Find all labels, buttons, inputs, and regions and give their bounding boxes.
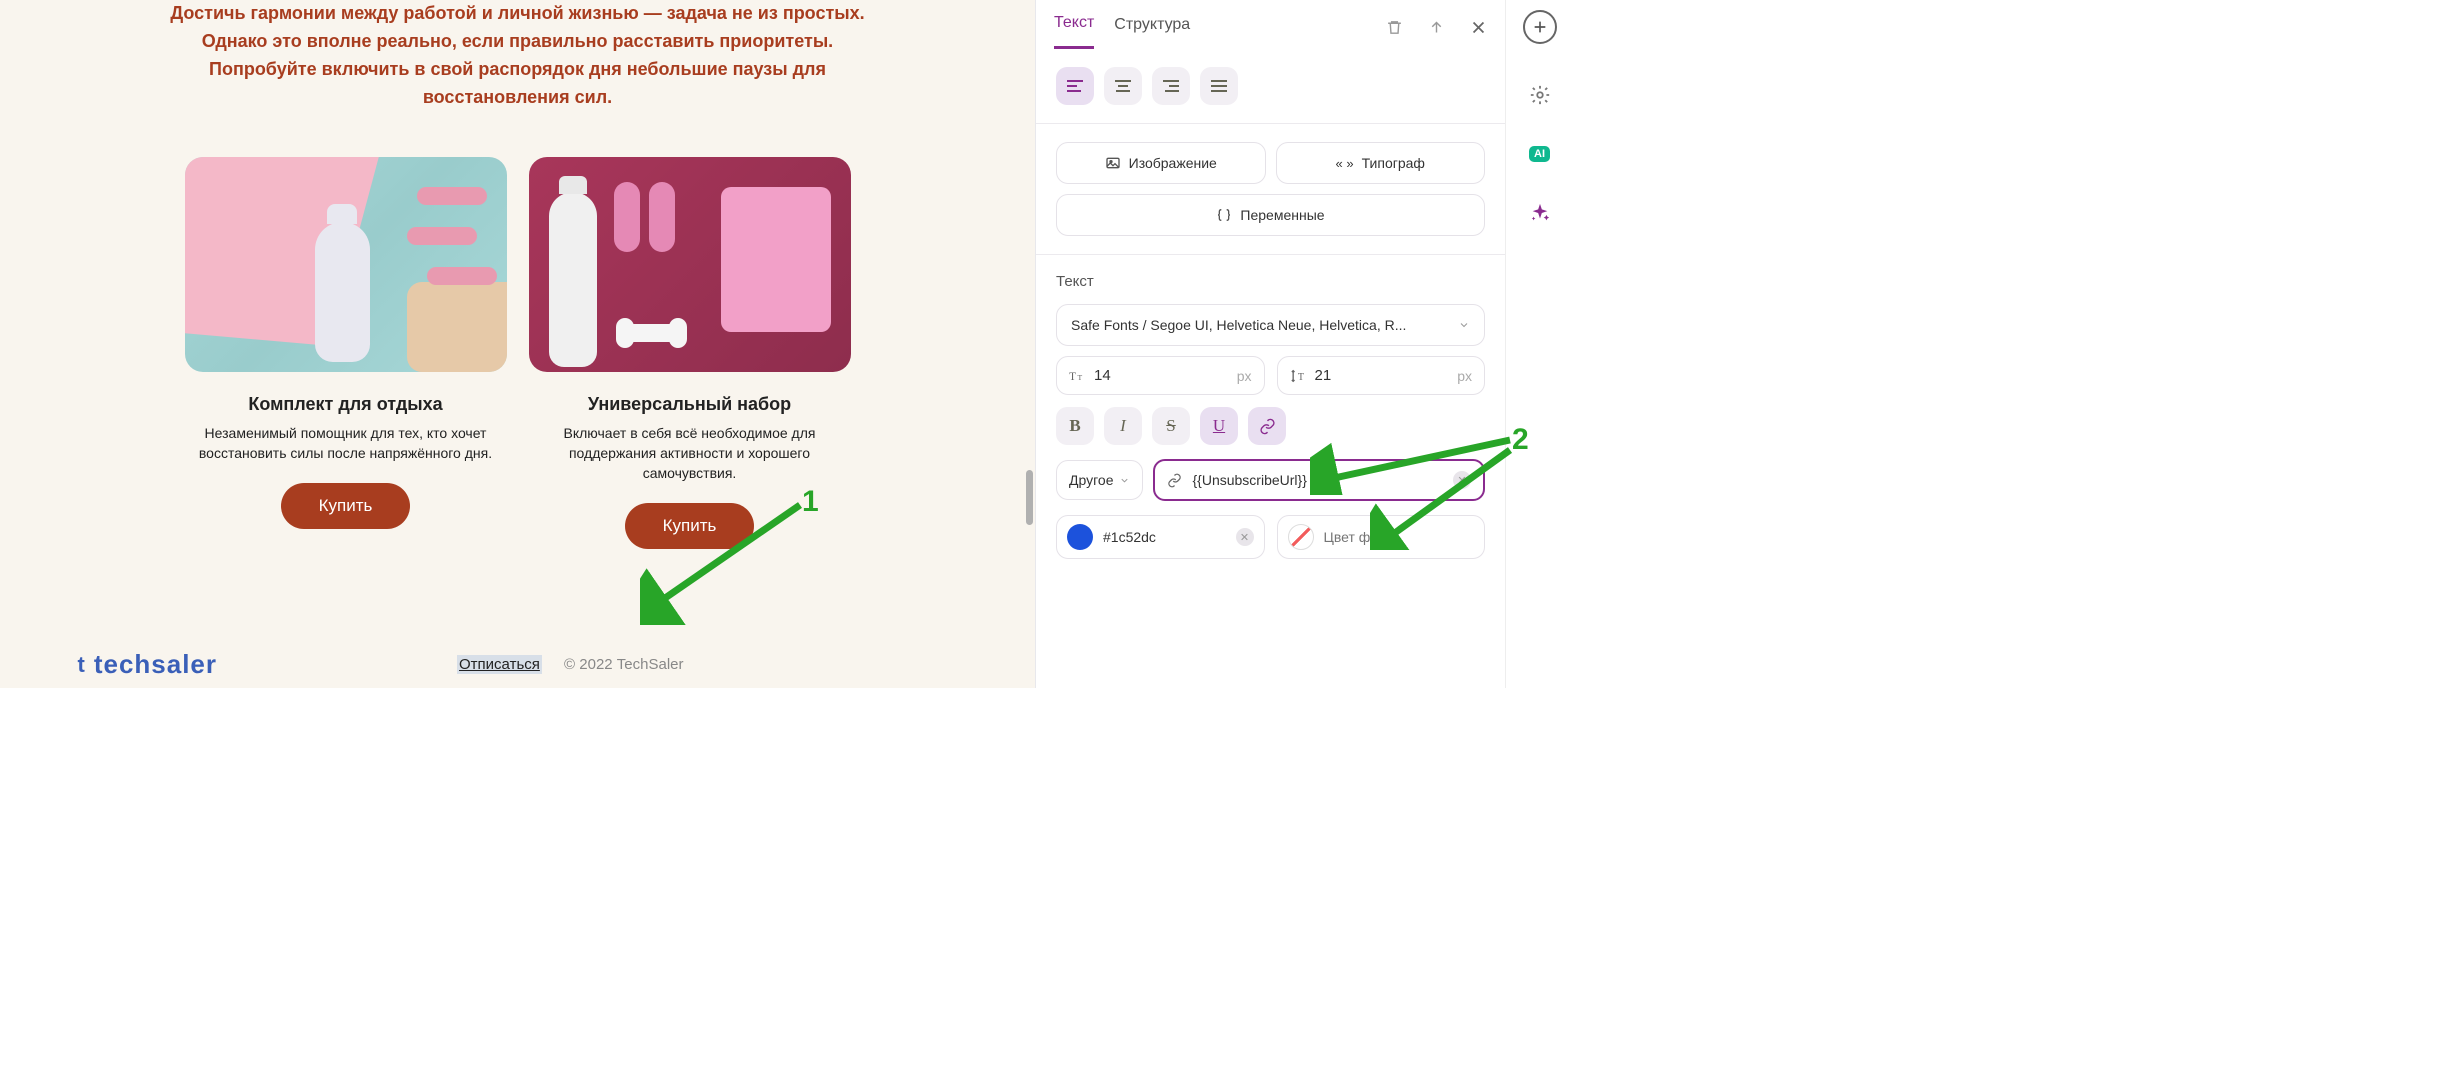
- font-size-input[interactable]: TT px: [1056, 356, 1265, 395]
- svg-text:T: T: [1297, 372, 1303, 383]
- copyright-text: © 2022 TechSaler: [564, 656, 683, 673]
- clear-link-icon[interactable]: ✕: [1453, 471, 1471, 489]
- gear-icon: [1529, 84, 1551, 106]
- product-card-1: Комплект для отдыха Незаменимый помощник…: [185, 157, 507, 550]
- link-icon: [1259, 418, 1276, 435]
- line-height-input[interactable]: T px: [1277, 356, 1486, 395]
- scrollbar[interactable]: [1024, 0, 1035, 688]
- scrollbar-thumb[interactable]: [1026, 470, 1033, 525]
- align-right-button[interactable]: [1152, 67, 1190, 105]
- add-button[interactable]: [1523, 10, 1557, 44]
- line-height-icon: T: [1290, 368, 1307, 384]
- product-title: Универсальный набор: [529, 394, 851, 415]
- quotes-icon: « »: [1336, 156, 1354, 171]
- delete-icon[interactable]: [1385, 19, 1403, 37]
- buy-button[interactable]: Купить: [625, 503, 755, 549]
- align-justify-button[interactable]: [1200, 67, 1238, 105]
- logo-mark-icon: t: [78, 652, 86, 678]
- insert-image-button[interactable]: Изображение: [1056, 142, 1266, 184]
- underline-button[interactable]: U: [1200, 407, 1238, 445]
- bg-color-input[interactable]: [1277, 515, 1486, 559]
- tab-structure[interactable]: Структура: [1114, 8, 1190, 48]
- unsubscribe-link[interactable]: Отписаться: [457, 655, 542, 674]
- move-up-icon[interactable]: [1427, 19, 1445, 37]
- bold-button[interactable]: B: [1056, 407, 1094, 445]
- braces-icon: [1216, 207, 1232, 223]
- clear-color-icon[interactable]: ✕: [1236, 528, 1254, 546]
- product-desc: Незаменимый помощник для тех, кто хочет …: [186, 423, 506, 464]
- settings-button[interactable]: [1523, 78, 1557, 112]
- close-icon[interactable]: [1469, 19, 1487, 37]
- product-image-1: [185, 157, 507, 372]
- chevron-down-icon: [1119, 475, 1130, 486]
- font-family-select[interactable]: Safe Fonts / Segoe UI, Helvetica Neue, H…: [1056, 304, 1485, 346]
- product-title: Комплект для отдыха: [185, 394, 507, 415]
- link-icon: [1167, 473, 1182, 488]
- product-image-2: [529, 157, 851, 372]
- chevron-down-icon: [1458, 319, 1470, 331]
- link-button[interactable]: [1248, 407, 1286, 445]
- email-canvas: Достичь гармонии между работой и личной …: [0, 0, 1035, 688]
- bg-color-swatch[interactable]: [1288, 524, 1314, 550]
- ai-sparkle-button[interactable]: [1523, 196, 1557, 230]
- link-url-input[interactable]: ✕: [1153, 459, 1485, 501]
- link-type-select[interactable]: Другое: [1056, 460, 1143, 500]
- intro-paragraph: Достичь гармонии между работой и личной …: [168, 0, 868, 112]
- align-left-button[interactable]: [1056, 67, 1094, 105]
- properties-sidebar: Текст Структура: [1035, 0, 1505, 688]
- text-color-swatch[interactable]: [1067, 524, 1093, 550]
- svg-text:T: T: [1078, 373, 1083, 382]
- text-color-input[interactable]: ✕: [1056, 515, 1265, 559]
- buy-button[interactable]: Купить: [281, 483, 411, 529]
- text-section-label: Текст: [1056, 273, 1485, 290]
- brand-name: techsaler: [94, 649, 217, 680]
- plus-icon: [1532, 19, 1548, 35]
- variables-button[interactable]: Переменные: [1056, 194, 1485, 236]
- ai-badge[interactable]: AI: [1529, 146, 1550, 162]
- tab-text[interactable]: Текст: [1054, 6, 1094, 49]
- typograf-button[interactable]: « » Типограф: [1276, 142, 1486, 184]
- image-icon: [1105, 155, 1121, 171]
- annotation-number-2: 2: [1512, 423, 1529, 457]
- font-size-icon: TT: [1069, 369, 1086, 383]
- annotation-number-1: 1: [802, 485, 819, 519]
- strikethrough-button[interactable]: S: [1152, 407, 1190, 445]
- sparkle-icon: [1529, 202, 1551, 224]
- italic-button[interactable]: I: [1104, 407, 1142, 445]
- product-desc: Включает в себя всё необходимое для подд…: [530, 423, 850, 484]
- right-rail: AI: [1505, 0, 1573, 688]
- brand-logo: t techsaler: [78, 649, 218, 680]
- svg-text:T: T: [1069, 371, 1076, 383]
- align-center-button[interactable]: [1104, 67, 1142, 105]
